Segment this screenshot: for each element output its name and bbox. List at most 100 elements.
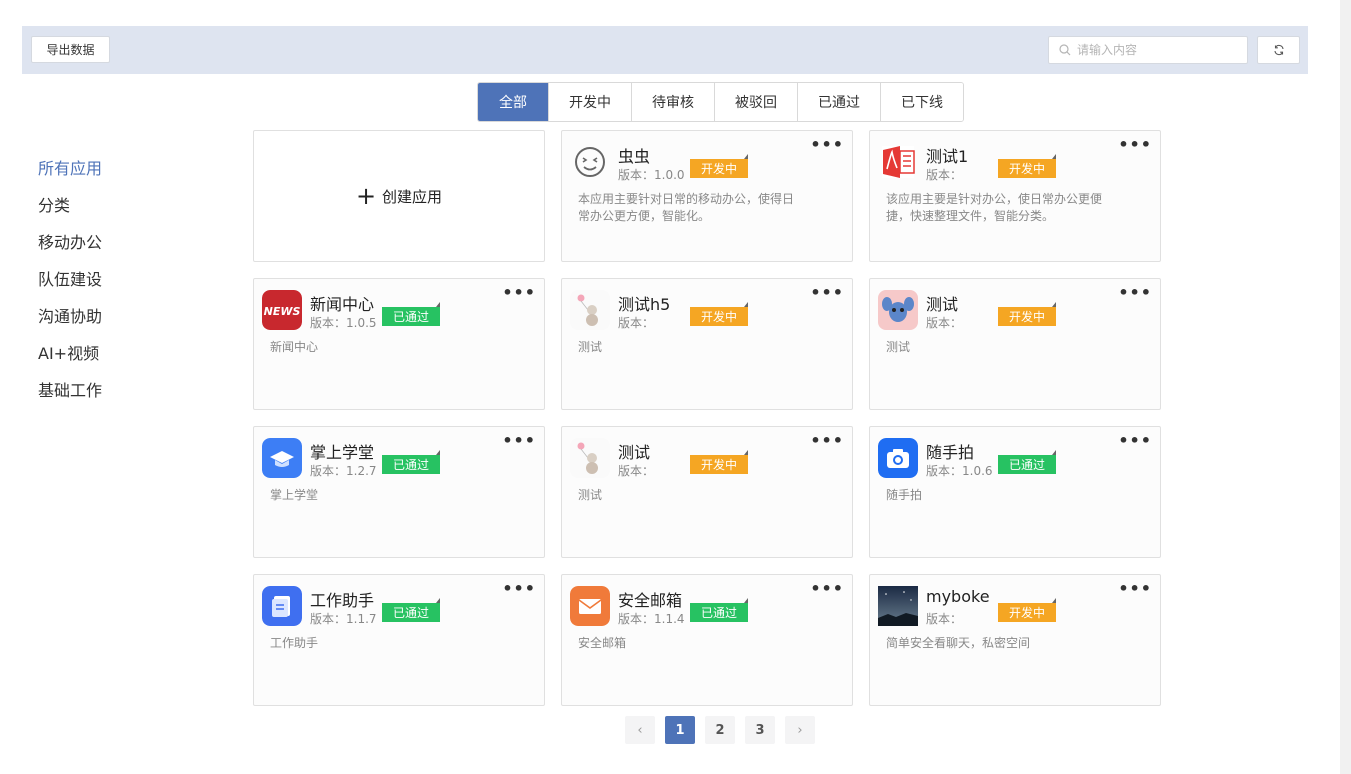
app-description: 简单安全看聊天，私密空间 bbox=[886, 636, 1031, 650]
app-card[interactable]: 安全邮箱 版本：1.1.4 已通过 ••• 安全邮箱 bbox=[561, 574, 853, 706]
search-box bbox=[1048, 36, 1248, 64]
cartoon-character-icon bbox=[878, 290, 918, 330]
status-badge: 已通过 bbox=[690, 598, 748, 622]
tab-offline[interactable]: 已下线 bbox=[880, 83, 963, 121]
tab-developing[interactable]: 开发中 bbox=[548, 83, 631, 121]
app-version: 版本： bbox=[926, 168, 963, 182]
more-options-icon[interactable]: ••• bbox=[810, 431, 844, 450]
app-name: 测试 bbox=[926, 295, 959, 314]
app-version: 版本：1.1.7 bbox=[310, 612, 377, 626]
app-card[interactable]: 测试 版本： 开发中 ••• 测试 bbox=[869, 278, 1161, 410]
teddy-bear-balloon-icon bbox=[570, 290, 610, 330]
envelope-icon bbox=[570, 586, 610, 626]
more-options-icon[interactable]: ••• bbox=[1118, 135, 1152, 154]
app-card[interactable]: myboke 版本： 开发中 ••• 简单安全看聊天，私密空间 bbox=[869, 574, 1161, 706]
app-version: 版本： bbox=[618, 316, 655, 330]
status-badge: 开发中 bbox=[998, 598, 1056, 622]
create-app-card[interactable]: + 创建应用 bbox=[253, 130, 545, 262]
next-page-button[interactable]: › bbox=[785, 716, 815, 744]
app-card[interactable]: 测试h5 版本： 开发中 ••• 测试 bbox=[561, 278, 853, 410]
status-tabs: 全部 开发中 待审核 被驳回 已通过 已下线 bbox=[477, 82, 964, 122]
app-card[interactable]: NEWS 新闻中心 版本：1.0.5 已通过 ••• 新闻中心 bbox=[253, 278, 545, 410]
status-badge: 已通过 bbox=[382, 598, 440, 622]
camera-icon bbox=[878, 438, 918, 478]
app-version: 版本：1.0.0 bbox=[618, 168, 685, 182]
page-button[interactable]: 1 bbox=[665, 716, 695, 744]
more-options-icon[interactable]: ••• bbox=[1118, 579, 1152, 598]
app-name: 虫虫 bbox=[618, 147, 651, 166]
app-name: 测试1 bbox=[926, 147, 969, 166]
teddy-bear-balloon-icon bbox=[570, 438, 610, 478]
more-options-icon[interactable]: ••• bbox=[1118, 431, 1152, 450]
status-badge: 开发中 bbox=[998, 154, 1056, 178]
page-button[interactable]: 2 bbox=[705, 716, 735, 744]
app-version: 版本：1.0.5 bbox=[310, 316, 377, 330]
page-button[interactable]: 3 bbox=[745, 716, 775, 744]
app-version: 版本：1.2.7 bbox=[310, 464, 377, 478]
more-options-icon[interactable]: ••• bbox=[1118, 283, 1152, 302]
tab-pending-review[interactable]: 待审核 bbox=[631, 83, 714, 121]
more-options-icon[interactable]: ••• bbox=[810, 579, 844, 598]
app-name: 测试h5 bbox=[618, 295, 671, 314]
app-description: 随手拍 bbox=[886, 488, 923, 502]
app-description: 工作助手 bbox=[270, 636, 319, 650]
app-card[interactable]: 测试 版本： 开发中 ••• 测试 bbox=[561, 426, 853, 558]
app-version: 版本：1.1.4 bbox=[618, 612, 685, 626]
more-options-icon[interactable]: ••• bbox=[810, 283, 844, 302]
app-description: 新闻中心 bbox=[270, 340, 319, 354]
status-badge: 已通过 bbox=[998, 450, 1056, 474]
sidebar-item-team-building[interactable]: 队伍建设 bbox=[38, 259, 102, 296]
app-name: myboke bbox=[926, 587, 990, 606]
tab-all[interactable]: 全部 bbox=[478, 83, 548, 121]
status-badge: 已通过 bbox=[382, 450, 440, 474]
app-card[interactable]: 测试1 版本： 开发中 ••• 该应用主要是针对办公，使日常办公更便捷，快速整理… bbox=[869, 130, 1161, 262]
refresh-button[interactable] bbox=[1257, 36, 1300, 64]
category-sidebar: 所有应用 分类 移动办公 队伍建设 沟通协助 AI+视频 基础工作 bbox=[38, 148, 102, 407]
search-input[interactable] bbox=[1077, 43, 1237, 57]
app-version: 版本：1.0.6 bbox=[926, 464, 993, 478]
app-description: 本应用主要针对日常的移动办公，使得日常办公更方便，智能化。 bbox=[578, 192, 795, 223]
app-name: 安全邮箱 bbox=[618, 591, 683, 610]
app-card[interactable]: 虫虫 版本：1.0.0 开发中 ••• 本应用主要针对日常的移动办公，使得日常办… bbox=[561, 130, 853, 262]
sidebar-item-all-apps[interactable]: 所有应用 bbox=[38, 148, 102, 185]
app-name: 工作助手 bbox=[310, 591, 375, 610]
sidebar-item-mobile-office[interactable]: 移动办公 bbox=[38, 222, 102, 259]
app-card[interactable]: 随手拍 版本：1.0.6 已通过 ••• 随手拍 bbox=[869, 426, 1161, 558]
status-badge: 开发中 bbox=[690, 302, 748, 326]
sidebar-item-basic-work[interactable]: 基础工作 bbox=[38, 370, 102, 407]
app-description: 安全邮箱 bbox=[578, 636, 627, 650]
sidebar-item-category[interactable]: 分类 bbox=[38, 185, 102, 222]
more-options-icon[interactable]: ••• bbox=[810, 135, 844, 154]
app-name: 掌上学堂 bbox=[310, 443, 375, 462]
app-card[interactable]: 掌上学堂 版本：1.2.7 已通过 ••• 掌上学堂 bbox=[253, 426, 545, 558]
create-app-label: 创建应用 bbox=[382, 187, 443, 206]
news-icon: NEWS bbox=[262, 290, 302, 330]
pdf-document-icon bbox=[878, 142, 918, 182]
tab-rejected[interactable]: 被驳回 bbox=[714, 83, 797, 121]
sidebar-item-communication[interactable]: 沟通协助 bbox=[38, 296, 102, 333]
plus-icon: + bbox=[355, 182, 377, 210]
svg-text:NEWS: NEWS bbox=[264, 305, 301, 318]
status-badge: 开发中 bbox=[690, 450, 748, 474]
more-options-icon[interactable]: ••• bbox=[502, 283, 536, 302]
app-name: 新闻中心 bbox=[310, 295, 375, 314]
more-options-icon[interactable]: ••• bbox=[502, 431, 536, 450]
refresh-icon bbox=[1273, 41, 1285, 60]
tab-approved[interactable]: 已通过 bbox=[797, 83, 880, 121]
page-scrollbar[interactable] bbox=[1340, 0, 1351, 774]
pagination: ‹ 1 2 3 › bbox=[625, 716, 825, 744]
app-description: 测试 bbox=[886, 340, 911, 354]
app-description: 测试 bbox=[578, 488, 603, 502]
status-badge: 开发中 bbox=[998, 302, 1056, 326]
more-options-icon[interactable]: ••• bbox=[502, 579, 536, 598]
prev-page-button[interactable]: ‹ bbox=[625, 716, 655, 744]
night-sky-photo-icon bbox=[878, 586, 918, 626]
status-badge: 已通过 bbox=[382, 302, 440, 326]
app-name: 随手拍 bbox=[926, 443, 975, 462]
app-description: 掌上学堂 bbox=[270, 488, 319, 502]
sidebar-item-ai-video[interactable]: AI+视频 bbox=[38, 333, 102, 370]
app-description: 测试 bbox=[578, 340, 603, 354]
status-badge: 开发中 bbox=[690, 154, 748, 178]
export-data-button[interactable]: 导出数据 bbox=[31, 36, 110, 63]
app-card[interactable]: 工作助手 版本：1.1.7 已通过 ••• 工作助手 bbox=[253, 574, 545, 706]
